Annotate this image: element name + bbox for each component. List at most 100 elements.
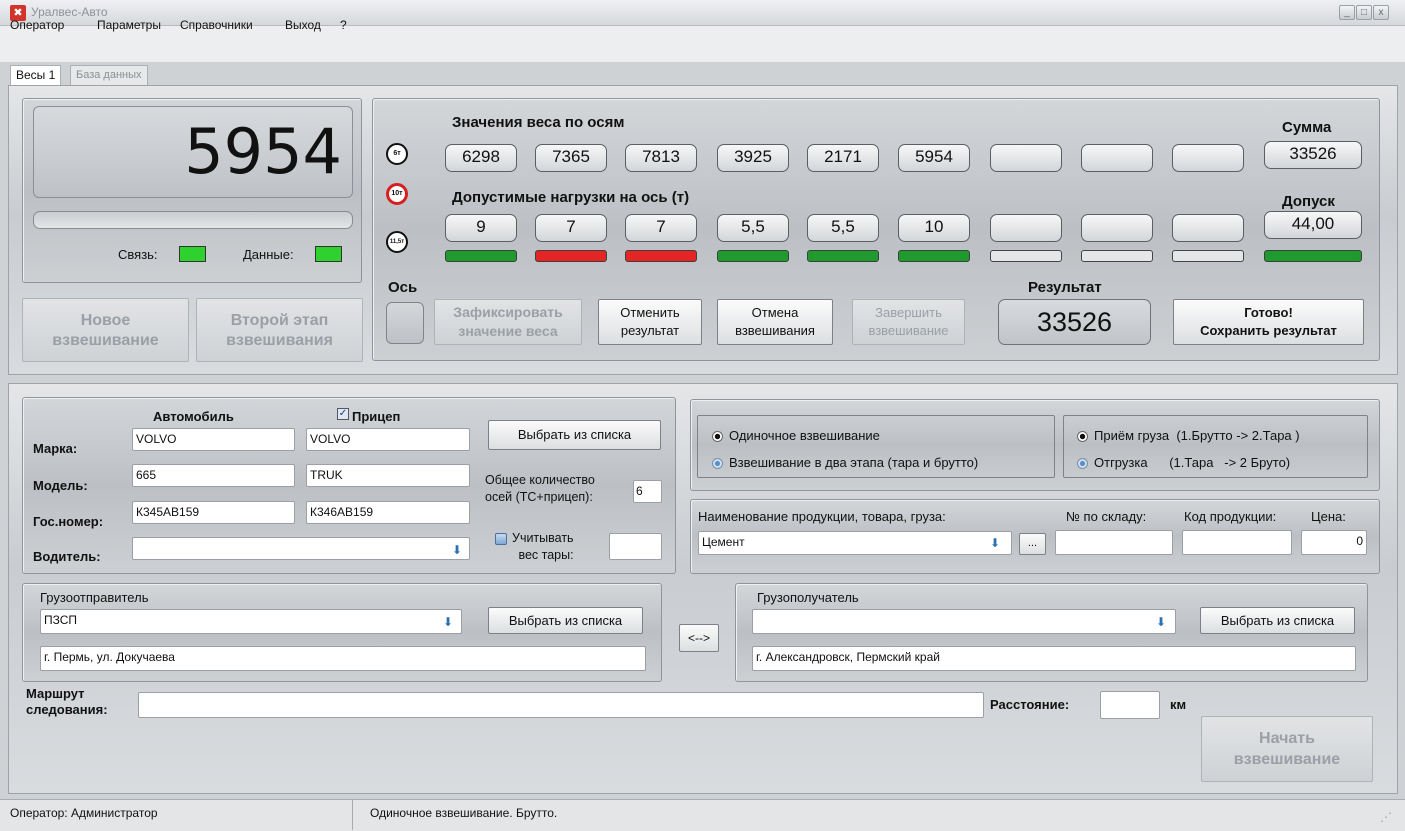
product-browse-button[interactable]: ... <box>1019 533 1046 555</box>
tare-checkbox[interactable] <box>495 533 507 545</box>
trailer-model-input[interactable]: TRUK <box>306 464 470 487</box>
axle-weight-3: 7813 <box>625 144 697 172</box>
tare-label: Учитывать вес тары: <box>512 531 574 562</box>
axle-weight-6: 5954 <box>898 144 970 172</box>
axle-status-bar-1 <box>445 250 517 262</box>
status-bar <box>0 799 1405 831</box>
distance-input[interactable] <box>1100 691 1160 719</box>
car-plate-input[interactable]: К345АВ159 <box>132 501 295 524</box>
tab-scales-1[interactable]: Весы 1 <box>10 65 62 85</box>
axle-status-bar-3 <box>625 250 697 262</box>
trailer-checkbox[interactable]: ✓ <box>337 408 349 420</box>
data-indicator <box>315 246 342 262</box>
tolerance-title: Допуск <box>1282 193 1335 210</box>
route-input[interactable] <box>138 692 984 718</box>
close-button[interactable]: x <box>1373 5 1389 20</box>
axle-limit-5: 5,5 <box>807 214 879 242</box>
result-value: 33526 <box>998 299 1151 345</box>
tare-input[interactable] <box>609 533 662 560</box>
two-stage-radio[interactable]: Взвешивание в два этапа (тара и брутто) <box>712 455 978 470</box>
weight-value: 5954 <box>184 115 342 188</box>
fix-weight-button[interactable]: Зафиксировать значение веса <box>434 299 582 345</box>
receiver-choose-button[interactable]: Выбрать из списка <box>1200 607 1355 634</box>
axles-count-label: Общее количество осей (ТС+прицеп): <box>485 473 595 504</box>
axle-limits-title: Допустимые нагрузки на ось (т) <box>452 189 690 206</box>
axle-weight-2: 7365 <box>535 144 607 172</box>
minimize-button[interactable]: _ <box>1339 5 1355 20</box>
axle-sum: 33526 <box>1264 141 1362 169</box>
price-label: Цена: <box>1311 509 1346 524</box>
product-name-label: Наименование продукции, товара, груза: <box>698 509 946 524</box>
cancel-weighing-button[interactable]: Отмена взвешивания <box>717 299 833 345</box>
save-result-button[interactable]: Готово! Сохранить результат <box>1173 299 1364 345</box>
product-name-select[interactable]: Цемент <box>698 531 1012 555</box>
axle-limit-4: 5,5 <box>717 214 789 242</box>
product-code-label: Код продукции: <box>1184 509 1277 524</box>
axle-limit-1: 9 <box>445 214 517 242</box>
new-weighing-button[interactable]: Новое взвешивание <box>22 298 189 362</box>
axle-6t-sign-icon: 6т <box>386 143 408 165</box>
receiver-dropdown-icon[interactable]: ⬇ <box>1156 616 1168 628</box>
product-dropdown-icon[interactable]: ⬇ <box>990 537 1002 549</box>
ship-radio[interactable]: Отгрузка (1.Тара -> 2 Бруто) <box>1077 455 1290 470</box>
receiver-select[interactable] <box>752 609 1176 634</box>
second-stage-button[interactable]: Второй этап взвешивания <box>196 298 363 362</box>
trailer-brand-input[interactable]: VOLVO <box>306 428 470 451</box>
product-code-input[interactable] <box>1182 530 1292 555</box>
driver-dropdown-icon[interactable]: ⬇ <box>452 544 464 556</box>
sender-choose-button[interactable]: Выбрать из списка <box>488 607 643 634</box>
start-weighing-button[interactable]: Начать взвешивание <box>1201 716 1373 782</box>
trailer-plate-input[interactable]: К346АВ159 <box>306 501 470 524</box>
axle-weight-7 <box>990 144 1062 172</box>
result-label: Результат <box>1028 279 1102 296</box>
axle-status-bar-9 <box>1172 250 1244 262</box>
distance-label: Расстояние: <box>990 697 1070 712</box>
menu-references[interactable]: Справочники <box>180 18 253 32</box>
status-divider <box>352 800 353 830</box>
maximize-button[interactable]: □ <box>1356 5 1372 20</box>
axis-indicator <box>386 302 424 344</box>
receive-radio[interactable]: Приём груза (1.Брутто -> 2.Тара ) <box>1077 428 1300 443</box>
radio-selected-icon <box>1077 431 1088 443</box>
axle-limit-7 <box>990 214 1062 242</box>
two-stage-label: Взвешивание в два этапа (тара и брутто) <box>729 455 979 470</box>
axle-status-bar-8 <box>1081 250 1153 262</box>
axle-weight-4: 3925 <box>717 144 789 172</box>
receive-label: Приём груза (1.Брутто -> 2.Тара ) <box>1094 428 1300 443</box>
tab-database[interactable]: База данных <box>70 65 148 85</box>
stock-number-input[interactable] <box>1055 530 1173 555</box>
axle-status-bar-4 <box>717 250 789 262</box>
menu-operator[interactable]: Оператор <box>10 18 64 32</box>
radio-unselected-icon <box>1077 458 1088 470</box>
axle-limit-3: 7 <box>625 214 697 242</box>
menu-help[interactable]: ? <box>340 18 347 32</box>
car-column-header: Автомобиль <box>153 409 234 424</box>
sender-select[interactable]: ПЗСП <box>40 609 462 634</box>
axle-status-bar-5 <box>807 250 879 262</box>
status-mode: Одиночное взвешивание. Брутто. <box>370 806 558 820</box>
finish-weighing-button[interactable]: Завершить взвешивание <box>852 299 965 345</box>
stock-number-label: № по складу: <box>1066 509 1147 524</box>
sender-dropdown-icon[interactable]: ⬇ <box>443 616 455 628</box>
receiver-address-input[interactable]: г. Александровск, Пермский край <box>752 646 1356 671</box>
window-title: Уралвес-Авто <box>31 5 108 19</box>
swap-parties-button[interactable]: <--> <box>679 624 719 652</box>
car-model-input[interactable]: 665 <box>132 464 295 487</box>
vehicle-choose-button[interactable]: Выбрать из списка <box>488 420 661 450</box>
route-label: Маршрут следования: <box>26 686 108 717</box>
axles-count-input[interactable]: 6 <box>633 480 662 503</box>
resize-grip-icon[interactable]: ⋰ <box>1380 810 1392 824</box>
sum-title: Сумма <box>1282 119 1332 136</box>
menu-parameters[interactable]: Параметры <box>97 18 161 32</box>
menu-exit[interactable]: Выход <box>285 18 321 32</box>
car-brand-input[interactable]: VOLVO <box>132 428 295 451</box>
single-weighing-radio[interactable]: Одиночное взвешивание <box>712 428 880 443</box>
cancel-result-button[interactable]: Отменить результат <box>598 299 702 345</box>
receiver-title: Грузополучатель <box>757 590 859 605</box>
driver-select[interactable] <box>132 537 470 560</box>
radio-unselected-icon <box>712 458 723 470</box>
plate-label: Гос.номер: <box>33 514 104 529</box>
weight-progress-bar <box>33 211 353 229</box>
price-input[interactable]: 0 <box>1301 530 1367 555</box>
sender-address-input[interactable]: г. Пермь, ул. Докучаева <box>40 646 646 671</box>
